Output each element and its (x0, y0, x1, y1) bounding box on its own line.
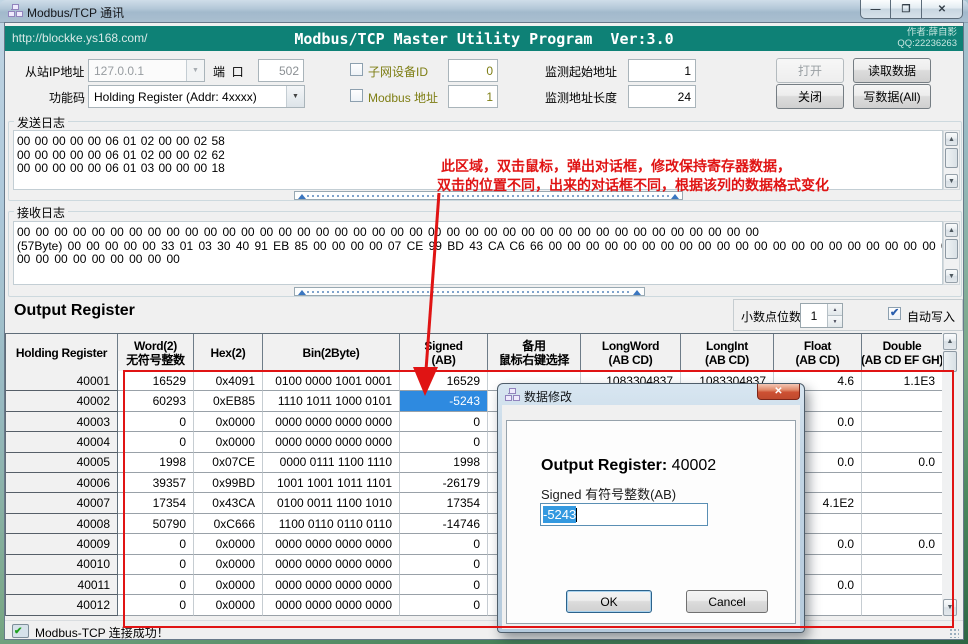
table-column-header: Hex(2) (194, 334, 263, 372)
log-line: 00 00 00 00 00 06 01 02 00 00 02 58 (17, 135, 942, 149)
start-address-label: 监测起始地址 (545, 63, 617, 80)
send-log-label: 发送日志 (14, 114, 68, 131)
function-combobox[interactable]: Holding Register (Addr: 4xxxx) ▼ (88, 85, 305, 108)
subnet-id-input[interactable]: 0 (448, 59, 498, 82)
window-titlebar: Modbus/TCP 通讯 — ❐ ✕ (0, 0, 968, 23)
table-column-header: Word(2)无符号整数 (118, 334, 194, 372)
author-qq: QQ:22236263 (897, 38, 957, 49)
recv-log-vscrollbar[interactable]: ▲ ▼ (943, 221, 960, 285)
output-register-title: Output Register (14, 302, 135, 320)
table-column-header: 备用鼠标右键选择 (488, 334, 581, 372)
minimize-button[interactable]: — (860, 0, 891, 19)
table-column-header: LongInt(AB CD) (681, 334, 774, 372)
modbus-addr-checkbox[interactable] (350, 89, 363, 102)
dropdown-arrow-icon: ▼ (286, 86, 304, 107)
app-icon (8, 4, 23, 17)
table-column-header: Bin(2Byte) (263, 334, 400, 372)
read-data-button[interactable]: 读取数据 (853, 58, 931, 83)
row-header: 40002 (6, 391, 118, 411)
start-address-input[interactable]: 1 (628, 59, 696, 82)
row-header: 40007 (6, 493, 118, 513)
subnet-label: 子网设备ID (368, 63, 428, 80)
annotation-line2: 双击的位置不同，出来的对话框不同，根据该列的数据格式变化 (437, 175, 829, 195)
row-header: 40003 (6, 412, 118, 432)
row-header: 40012 (6, 595, 118, 615)
ip-combobox[interactable]: 127.0.0.1 ▼ (88, 59, 205, 82)
subnet-checkbox[interactable] (350, 63, 363, 76)
row-header: 40009 (6, 534, 118, 554)
table-column-header: Float(AB CD) (774, 334, 862, 372)
row-header: 40010 (6, 555, 118, 575)
ip-label: 从站IP地址 (25, 63, 84, 80)
row-header: 40001 (6, 371, 118, 391)
recv-log-textarea[interactable]: 00 00 00 00 00 00 00 00 00 00 00 00 00 0… (13, 221, 943, 285)
table-column-header: Signed(AB) (400, 334, 488, 372)
spinner-arrows[interactable]: ▲▼ (827, 304, 842, 327)
table-column-header: Double(AB CD EF GH) (862, 334, 943, 372)
modbus-addr-input[interactable]: 1 (448, 85, 498, 108)
close-conn-button[interactable]: 关闭 (776, 84, 844, 109)
connection-check-icon: ✔ (14, 626, 22, 637)
log-line: 00 00 00 00 00 00 00 00 00 00 00 00 00 0… (17, 226, 942, 240)
screen: Modbus/TCP 通讯 — ❐ ✕ http://blockke.ys168… (0, 0, 968, 644)
modbus-addr-label: Modbus 地址 (368, 89, 438, 106)
length-label: 监测地址长度 (545, 89, 617, 106)
window-buttons: — ❐ ✕ (860, 0, 963, 19)
port-input[interactable]: 502 (258, 59, 304, 82)
maximize-button[interactable]: ❐ (891, 0, 922, 19)
author-name: 作者:薛自影 (897, 27, 957, 38)
row-header: 40006 (6, 473, 118, 493)
log-line: 00 00 00 00 00 00 00 00 00 (17, 253, 942, 267)
port-label: 端 口 (213, 63, 244, 80)
dropdown-arrow-icon: ▼ (186, 60, 204, 81)
window-title: Modbus/TCP 通讯 (27, 4, 124, 21)
app-header: http://blockke.ys168.com/ Modbus/TCP Mas… (5, 26, 963, 51)
write-data-button[interactable]: 写数据(All) (853, 84, 931, 109)
table-column-header: Holding Register (6, 334, 118, 372)
decimal-spinner[interactable]: 1 ▲▼ (800, 303, 843, 328)
ip-value: 127.0.0.1 (89, 64, 186, 78)
annotation-rectangle (123, 370, 954, 628)
function-code-label: 功能码 (49, 89, 85, 106)
author-info: 作者:薛自影 QQ:22236263 (897, 27, 957, 49)
annotation-line1: 此区域，双击鼠标，弹出对话框，修改保持寄存器数据， (441, 156, 791, 176)
recv-log-hscrollbar[interactable] (294, 287, 645, 296)
open-button[interactable]: 打开 (776, 58, 844, 83)
close-button[interactable]: ✕ (922, 0, 963, 19)
table-header: Holding RegisterWord(2)无符号整数Hex(2)Bin(2B… (5, 333, 943, 372)
send-log-vscrollbar[interactable]: ▲ ▼ (943, 130, 960, 190)
program-title: Modbus/TCP Master Utility Program Ver:3.… (5, 30, 963, 48)
table-column-header: LongWord(AB CD) (581, 334, 681, 372)
autowrite-checkbox[interactable] (888, 307, 901, 320)
row-header: 40005 (6, 453, 118, 473)
length-input[interactable]: 24 (628, 85, 696, 108)
function-value: Holding Register (Addr: 4xxxx) (89, 90, 286, 104)
autowrite-label: 自动写入 (907, 308, 955, 325)
row-header: 40004 (6, 432, 118, 452)
row-header: 40008 (6, 514, 118, 534)
decimal-value: 1 (801, 304, 827, 327)
recv-log-label: 接收日志 (14, 204, 68, 221)
resize-grip[interactable] (949, 628, 959, 638)
decimal-label: 小数点位数: (741, 308, 804, 325)
row-header: 40011 (6, 575, 118, 595)
log-line: (57Byte) 00 00 00 00 00 33 01 03 30 40 9… (17, 240, 942, 254)
